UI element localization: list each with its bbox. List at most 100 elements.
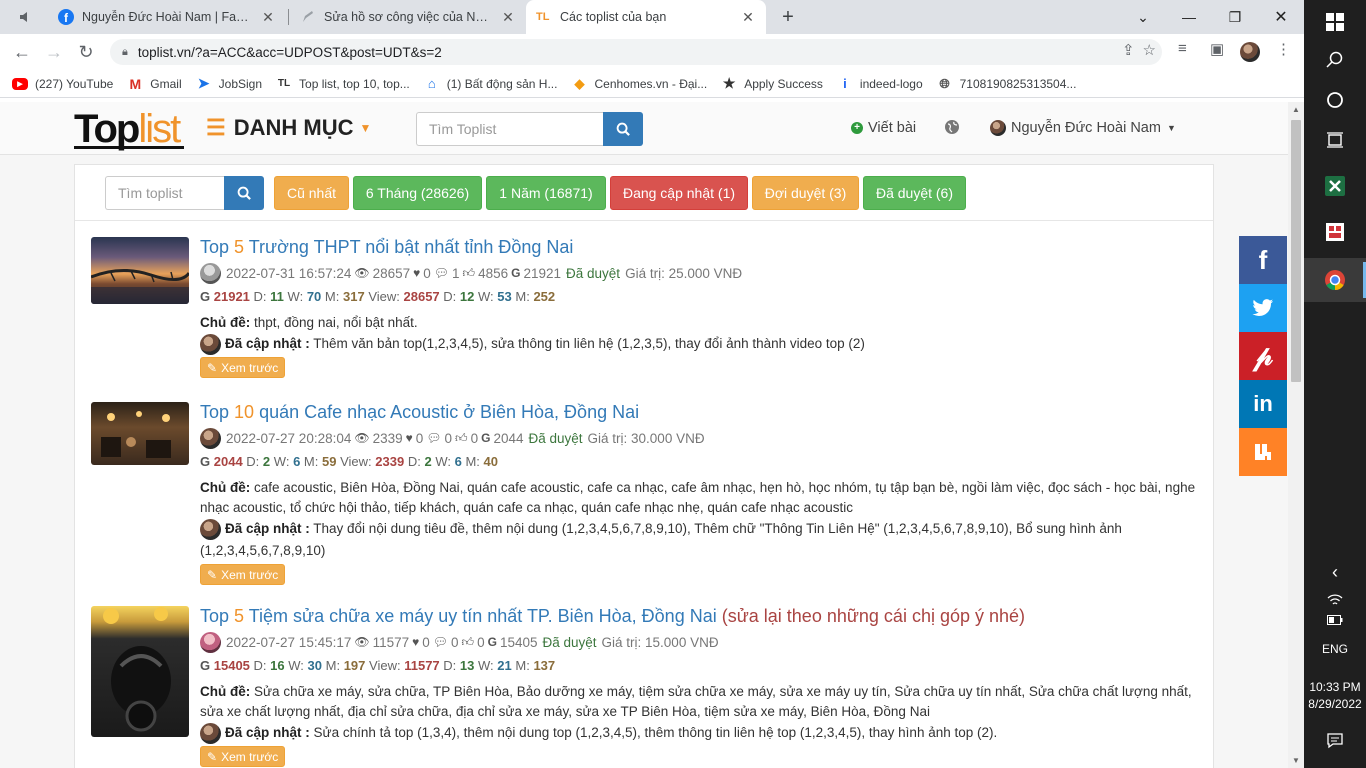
bookmark-apply-success[interactable]: ★ Apply Success [721, 75, 823, 92]
post-topics: Chủ đề: cafe acoustic, Biên Hòa, Đồng Na… [200, 480, 1196, 515]
eye-icon: 👁︎ [354, 635, 370, 649]
tab-facebook[interactable]: f Nguyễn Đức Hoài Nam | Facebook ✕ [48, 0, 286, 34]
pinterest-icon: 𝓅 [1253, 339, 1273, 371]
scroll-down-arrow-icon[interactable]: ▼ [1292, 756, 1300, 765]
excel-icon[interactable] [1304, 164, 1366, 208]
tab-edit-profile[interactable]: Sửa hồ sơ công việc của Nguyễn ✕ [290, 0, 526, 34]
filter-6-months-button[interactable]: 6 Tháng (28626) [353, 176, 482, 210]
preview-button[interactable]: ✎ Xem trước [200, 564, 286, 585]
post-thumbnail[interactable] [91, 606, 189, 737]
search-icon [616, 122, 630, 136]
bookmark-star-icon[interactable]: ☆ [1143, 41, 1156, 59]
toplist-search-button[interactable] [224, 176, 264, 210]
preview-button[interactable]: ✎ Xem trước [200, 357, 286, 378]
bookmark-indeed[interactable]: i indeed-logo [837, 76, 923, 92]
share-linkedin-button[interactable]: in [1239, 380, 1287, 428]
tab-title: Nguyễn Đức Hoài Nam | Facebook [82, 10, 254, 24]
site-logo[interactable]: Toplist [74, 108, 181, 150]
post-title-link[interactable]: Top 10 quán Cafe nhạc Acoustic ở Biên Hò… [200, 402, 1200, 422]
new-tab-button[interactable]: + [776, 5, 800, 29]
post-meta: 2022-07-27 20:28:04 👁︎ 2339 ♥ 0 💬︎ 0 👍︎ 0 G2… [200, 427, 1200, 449]
post-thumbnail[interactable] [91, 237, 189, 304]
clock-time[interactable]: 10:33 PM [1304, 680, 1366, 694]
edit-icon: ✎ [207, 567, 218, 582]
facebook-icon: f [1258, 244, 1268, 275]
bookmark-youtube[interactable]: ▶ (227) YouTube [12, 77, 113, 91]
battery-icon[interactable] [1304, 598, 1366, 642]
tab-close-icon[interactable]: ✕ [500, 9, 516, 26]
toplist-search-input[interactable]: Tìm toplist [105, 176, 225, 210]
preview-button[interactable]: ✎ Xem trước [200, 746, 286, 767]
notification-icon[interactable] [1304, 718, 1366, 762]
close-window-button[interactable]: ✕ [1258, 0, 1304, 34]
address-bar[interactable]: 🔒︎ toplist.vn/?a=ACC&acc=UDPOST&post=UDT… [110, 39, 1162, 65]
reload-button[interactable]: ↻ [70, 36, 102, 68]
restore-button[interactable]: ❐ [1212, 0, 1258, 34]
bookmark-batdongsan[interactable]: ⌂ (1) Bất động sản H... [424, 76, 558, 92]
gmail-icon: M [129, 75, 142, 92]
filter-approved-button[interactable]: Đã duyệt (6) [863, 176, 966, 210]
scrollbar-thumb[interactable] [1291, 120, 1301, 382]
write-post-link[interactable]: + Viết bài [851, 120, 916, 136]
forward-button[interactable]: → [38, 36, 70, 68]
post-update-note: Đã cập nhật : Thay đổi nội dung tiêu đề,… [200, 518, 1200, 562]
tab-close-icon[interactable]: ✕ [740, 9, 756, 26]
mix-icon [1255, 444, 1271, 460]
tab-title: Sửa hồ sơ công việc của Nguyễn [324, 10, 494, 24]
side-panel-icon[interactable]: ▣ [1210, 40, 1224, 58]
author-avatar [200, 427, 221, 449]
user-avatar [990, 120, 1006, 136]
tab-close-icon[interactable]: ✕ [260, 9, 276, 26]
youtube-icon: ▶ [12, 77, 28, 90]
user-menu[interactable]: Nguyễn Đức Hoài Nam ▼ [990, 120, 1176, 136]
bookmark-link[interactable]: 🌐︎ 7108190825313504... [937, 76, 1076, 92]
thumbs-up-icon: 👍︎ [462, 265, 476, 280]
snipping-tool-icon[interactable] [1304, 210, 1366, 254]
share-facebook-button[interactable]: f [1239, 236, 1287, 284]
share-mix-button[interactable] [1239, 428, 1287, 476]
page-scrollbar[interactable]: ▲ ▼ [1288, 102, 1304, 768]
back-button[interactable]: ← [6, 36, 38, 68]
post-title-link[interactable]: Top 5 Trường THPT nổi bật nhất tỉnh Đồng… [200, 237, 1200, 257]
tab-search-icon[interactable]: ⌄ [1120, 0, 1166, 34]
post-title-link[interactable]: Top 5 Tiệm sửa chữa xe máy uy tín nhất T… [200, 606, 1200, 626]
cortana-icon[interactable] [1304, 78, 1366, 122]
bookmark-gmail[interactable]: M Gmail [127, 76, 181, 92]
bookmark-jobsign[interactable]: ➤ JobSign [196, 75, 262, 92]
task-view-icon[interactable] [1304, 118, 1366, 162]
filter-1-year-button[interactable]: 1 Năm (16871) [486, 176, 606, 210]
edit-icon: ✎ [207, 749, 218, 764]
category-menu[interactable]: ☰ DANH MỤC ▼ [206, 115, 371, 141]
filter-pending-button[interactable]: Đợi duyệt (3) [752, 176, 859, 210]
share-icon[interactable]: ⇪ [1122, 41, 1135, 59]
media-control-icon[interactable]: ≡ [1178, 40, 1187, 57]
twitter-icon [1252, 299, 1274, 316]
site-search-button[interactable] [603, 112, 643, 146]
tab-toplist[interactable]: TL Các toplist của bạn ✕ [526, 0, 766, 34]
search-icon[interactable] [1304, 38, 1366, 82]
profile-avatar[interactable] [1240, 42, 1260, 66]
globe-icon[interactable] [944, 119, 960, 135]
filter-oldest-button[interactable]: Cũ nhất [274, 176, 349, 210]
clock-date[interactable]: 8/29/2022 [1304, 697, 1366, 711]
lock-icon[interactable]: 🔒︎ [122, 46, 128, 59]
site-search-input[interactable]: Tìm Toplist [416, 112, 604, 146]
share-twitter-button[interactable] [1239, 284, 1287, 332]
list-icon: ☰ [206, 115, 226, 140]
google-icon: G [481, 431, 491, 445]
chrome-taskbar-icon[interactable] [1304, 258, 1366, 302]
site-header: Toplist ☰ DANH MỤC ▼ Tìm Toplist + Viết … [0, 102, 1288, 155]
filter-updating-button[interactable]: Đang cập nhật (1) [610, 176, 748, 210]
tab-audio-icon[interactable] [18, 9, 34, 25]
minimize-button[interactable]: — [1166, 0, 1212, 34]
bookmark-toplist[interactable]: TL Top list, top 10, top... [276, 76, 410, 92]
heart-icon: ♥ [412, 635, 420, 649]
browser-menu-icon[interactable]: ⋮ [1276, 40, 1291, 58]
pen-favicon-icon [300, 9, 316, 25]
scroll-up-arrow-icon[interactable]: ▲ [1292, 105, 1300, 114]
language-indicator[interactable]: ENG [1304, 642, 1366, 656]
post-thumbnail[interactable] [91, 402, 189, 465]
share-pinterest-button[interactable]: 𝓅 [1239, 332, 1287, 380]
bookmark-cenhomes[interactable]: ◆ Cenhomes.vn - Đại... [571, 76, 707, 92]
filter-bar: Tìm toplist Cũ nhất 6 Tháng (28626) 1 Nă… [75, 165, 1213, 221]
